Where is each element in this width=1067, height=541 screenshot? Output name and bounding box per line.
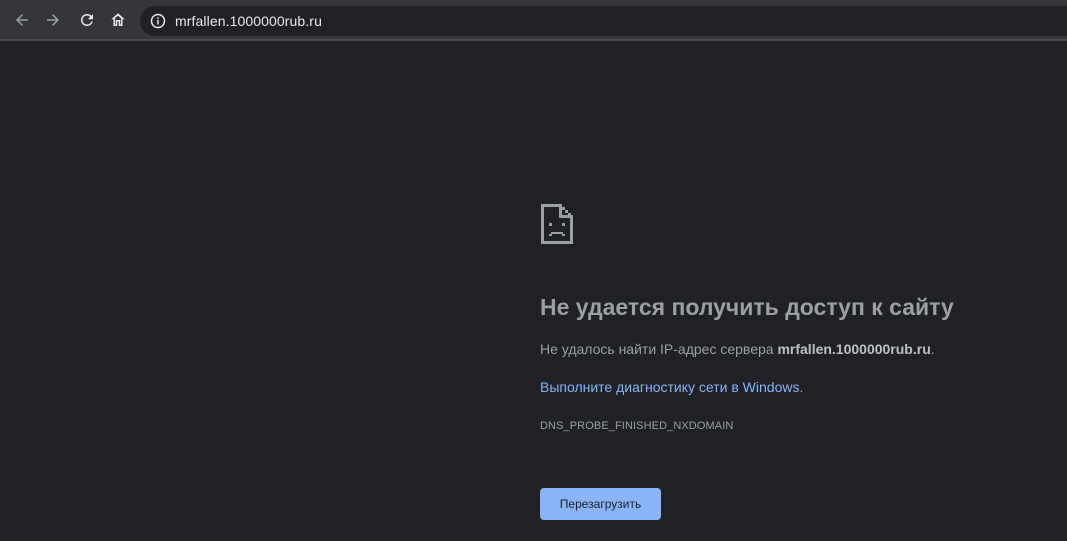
home-icon [111,13,125,26]
arrow-left-icon [16,14,28,26]
home-button[interactable] [103,5,133,35]
error-description-suffix: . [930,341,935,357]
arrow-right-icon [47,14,59,26]
reload-icon [81,13,93,26]
reload-toolbar-button[interactable] [72,5,102,35]
back-button[interactable] [7,5,37,35]
error-code: DNS_PROBE_FINISHED_NXDOMAIN [540,420,734,432]
browser-toolbar: mrfallen.1000000rub.ru [0,0,1067,41]
forward-button[interactable] [38,5,68,35]
info-icon[interactable] [150,13,166,29]
network-diagnostics-link[interactable]: Выполните диагностику сети в Windows [540,379,799,395]
error-host: mrfallen.1000000rub.ru [777,341,931,357]
diagnostics-line: Выполните диагностику сети в Windows. [540,379,803,395]
error-description: Не удалось найти IP-адрес сервера mrfall… [540,341,935,357]
error-page: Не удается получить доступ к сайту Не уд… [0,43,1067,541]
sad-page-icon [541,204,573,244]
error-title: Не удается получить доступ к сайту [540,294,954,320]
diagnostics-suffix: . [799,379,804,395]
reload-button[interactable]: Перезагрузить [540,488,661,520]
error-description-text: Не удалось найти IP-адрес сервера [540,341,778,357]
address-url[interactable]: mrfallen.1000000rub.ru [175,13,322,29]
address-bar[interactable]: mrfallen.1000000rub.ru [140,6,1067,36]
